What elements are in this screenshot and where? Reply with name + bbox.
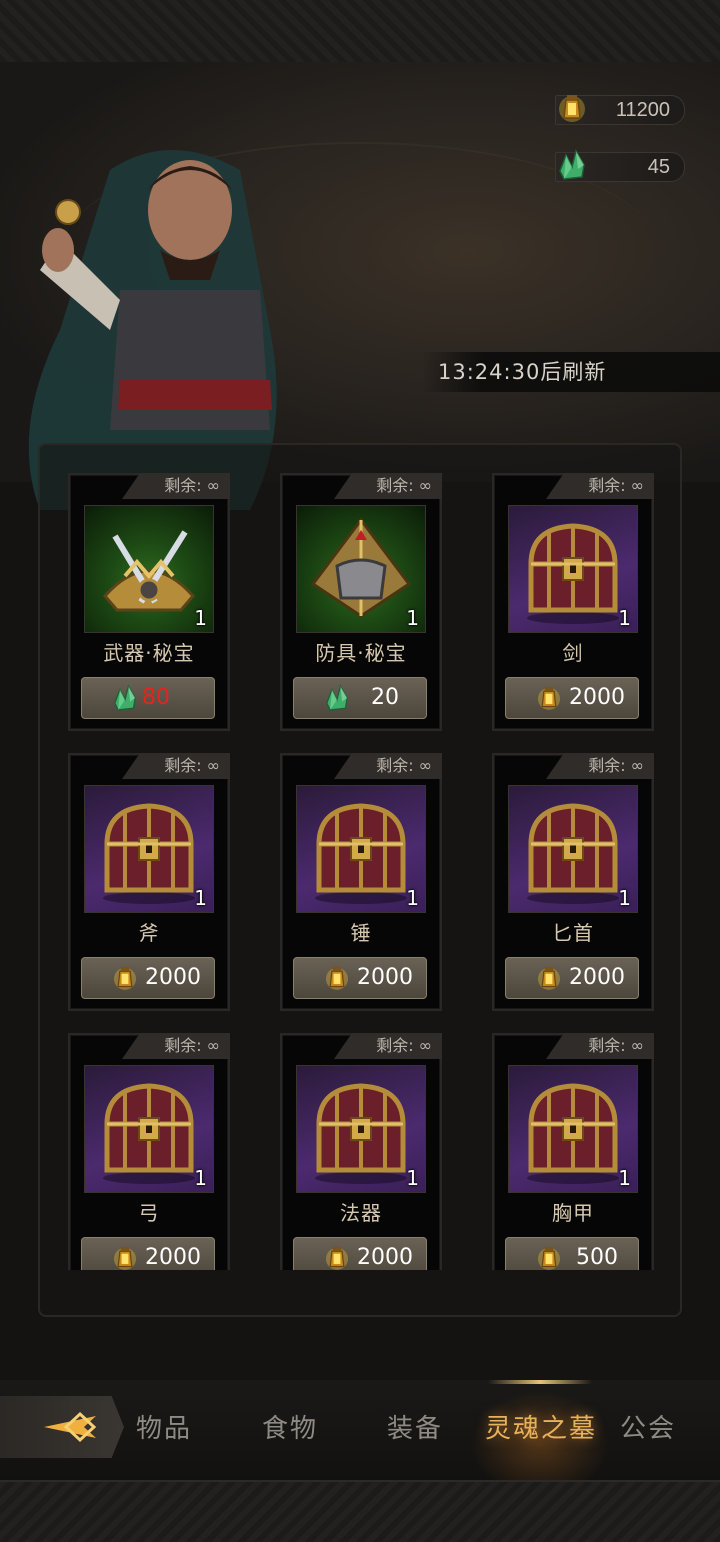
buy-button[interactable]: 2000 bbox=[293, 957, 427, 999]
shop-grid: 剩余: ∞ 1 武器·秘宝 80 剩余: ∞ 1 防具·秘宝 20 剩余: ∞ 1 剑 2000 剩余:… bbox=[0, 470, 720, 1270]
item-thumbnail[interactable]: 1 bbox=[296, 1065, 426, 1193]
item-thumbnail[interactable]: 1 bbox=[508, 1065, 638, 1193]
stock-tag: 剩余: ∞ bbox=[334, 473, 442, 499]
item-name: 武器·秘宝 bbox=[103, 641, 195, 665]
buy-button[interactable]: 20 bbox=[293, 677, 427, 719]
stock-tag: 剩余: ∞ bbox=[122, 1033, 230, 1059]
item-thumbnail[interactable]: 1 bbox=[508, 505, 638, 633]
item-name: 法器 bbox=[340, 1201, 382, 1225]
item-thumbnail[interactable]: 1 bbox=[84, 505, 214, 633]
soul-crystal-icon bbox=[108, 681, 142, 715]
item-thumbnail[interactable]: 1 bbox=[508, 785, 638, 913]
item-quantity: 1 bbox=[618, 886, 631, 910]
item-price: 2000 bbox=[145, 1245, 201, 1270]
shop-item-card[interactable]: 剩余: ∞ 1 匕首 2000 bbox=[492, 753, 654, 1011]
item-price: 2000 bbox=[357, 965, 413, 990]
tab-soul-tomb[interactable]: 灵魂之墓 bbox=[481, 1408, 601, 1445]
item-name: 匕首 bbox=[552, 921, 594, 945]
item-thumbnail[interactable]: 1 bbox=[296, 785, 426, 913]
item-name: 弓 bbox=[138, 1201, 160, 1225]
gold-lantern-icon bbox=[532, 681, 566, 715]
shop-item-card[interactable]: 剩余: ∞ 1 剑 2000 bbox=[492, 473, 654, 731]
stock-tag: 剩余: ∞ bbox=[334, 753, 442, 779]
item-price: 2000 bbox=[357, 1245, 413, 1270]
tab-guild[interactable]: 公会 bbox=[620, 1408, 720, 1445]
buy-button[interactable]: 80 bbox=[81, 677, 215, 719]
item-thumbnail[interactable]: 1 bbox=[84, 1065, 214, 1193]
item-name: 胸甲 bbox=[552, 1201, 594, 1225]
stock-tag: 剩余: ∞ bbox=[546, 753, 654, 779]
buy-button[interactable]: 500 bbox=[505, 1237, 639, 1270]
buy-button[interactable]: 2000 bbox=[293, 1237, 427, 1270]
item-price: 80 bbox=[142, 685, 170, 710]
item-quantity: 1 bbox=[406, 1166, 419, 1190]
item-name: 斧 bbox=[138, 921, 160, 945]
stock-tag: 剩余: ∞ bbox=[334, 1033, 442, 1059]
item-quantity: 1 bbox=[406, 886, 419, 910]
stock-tag: 剩余: ∞ bbox=[546, 473, 654, 499]
item-price: 500 bbox=[576, 1245, 618, 1270]
item-quantity: 1 bbox=[406, 606, 419, 630]
shop-item-card[interactable]: 剩余: ∞ 1 胸甲 500 bbox=[492, 1033, 654, 1270]
gold-lantern-icon bbox=[108, 1241, 142, 1270]
shop-item-card[interactable]: 剩余: ∞ 1 武器·秘宝 80 bbox=[68, 473, 230, 731]
gold-lantern-icon bbox=[320, 1241, 354, 1270]
tab-items[interactable]: 物品 bbox=[104, 1408, 224, 1445]
item-quantity: 1 bbox=[194, 1166, 207, 1190]
shop-item-card[interactable]: 剩余: ∞ 1 斧 2000 bbox=[68, 753, 230, 1011]
gold-lantern-icon bbox=[532, 961, 566, 995]
item-quantity: 1 bbox=[618, 1166, 631, 1190]
item-price: 2000 bbox=[145, 965, 201, 990]
gold-lantern-icon bbox=[532, 1241, 566, 1270]
shop-item-card[interactable]: 剩余: ∞ 1 法器 2000 bbox=[280, 1033, 442, 1270]
refresh-timer: 13:24:30后刷新 bbox=[422, 352, 720, 392]
item-name: 防具·秘宝 bbox=[315, 641, 407, 665]
item-quantity: 1 bbox=[194, 886, 207, 910]
item-quantity: 1 bbox=[618, 606, 631, 630]
gold-lantern-icon bbox=[108, 961, 142, 995]
item-name: 剑 bbox=[562, 641, 584, 665]
buy-button[interactable]: 2000 bbox=[81, 957, 215, 999]
shop-item-card[interactable]: 剩余: ∞ 1 防具·秘宝 20 bbox=[280, 473, 442, 731]
item-thumbnail[interactable]: 1 bbox=[84, 785, 214, 913]
item-name: 锤 bbox=[350, 921, 372, 945]
stock-tag: 剩余: ∞ bbox=[546, 1033, 654, 1059]
stock-tag: 剩余: ∞ bbox=[122, 473, 230, 499]
gold-currency-display: 11200 bbox=[555, 95, 685, 125]
tab-equipment[interactable]: 装备 bbox=[355, 1408, 475, 1445]
crystal-currency-display: 45 bbox=[555, 152, 685, 182]
buy-button[interactable]: 2000 bbox=[505, 677, 639, 719]
item-price: 20 bbox=[371, 685, 399, 710]
shop-item-card[interactable]: 剩余: ∞ 1 弓 2000 bbox=[68, 1033, 230, 1270]
active-tab-marker bbox=[488, 1380, 592, 1384]
gold-lantern-icon bbox=[320, 961, 354, 995]
gold-amount: 11200 bbox=[615, 99, 670, 121]
top-frame bbox=[0, 0, 720, 64]
stock-tag: 剩余: ∞ bbox=[122, 753, 230, 779]
shop-item-card[interactable]: 剩余: ∞ 1 锤 2000 bbox=[280, 753, 442, 1011]
tab-food[interactable]: 食物 bbox=[230, 1408, 350, 1445]
item-quantity: 1 bbox=[194, 606, 207, 630]
item-price: 2000 bbox=[569, 965, 625, 990]
item-thumbnail[interactable]: 1 bbox=[296, 505, 426, 633]
soul-crystal-icon bbox=[320, 681, 354, 715]
buy-button[interactable]: 2000 bbox=[81, 1237, 215, 1270]
item-price: 2000 bbox=[569, 685, 625, 710]
crystal-amount: 45 bbox=[647, 156, 670, 178]
buy-button[interactable]: 2000 bbox=[505, 957, 639, 999]
bottom-frame bbox=[0, 1480, 720, 1542]
